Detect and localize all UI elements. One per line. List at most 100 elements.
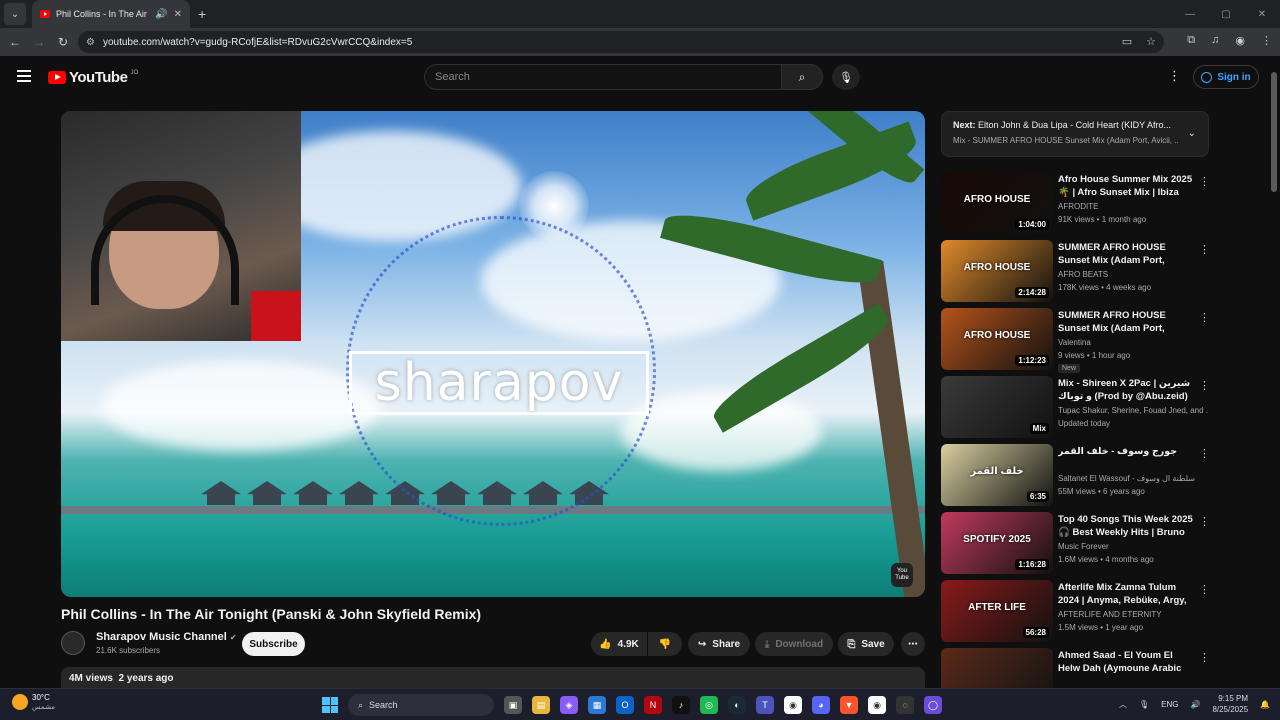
recommended-video[interactable]: AFRO HOUSE 1:12:23 SUMMER AFRO HOUSE Sun… <box>941 308 1211 376</box>
like-button[interactable]: 👍 4.9K <box>591 632 647 656</box>
profile-icon[interactable]: ◉ <box>1235 34 1245 47</box>
recommended-title[interactable]: Afterlife Mix Zamna Tulum 2024 | Anyma, … <box>1058 581 1193 607</box>
weather-widget[interactable]: 30°C مشمس <box>12 693 55 711</box>
recommended-video[interactable]: Mix Mix - Shireen X 2Pac | شيرين و توباك… <box>941 376 1211 444</box>
page-scrollbar[interactable] <box>1270 60 1278 690</box>
search-button[interactable]: ⌕ <box>781 64 823 90</box>
recommended-channel[interactable]: Music Forever <box>1058 542 1208 551</box>
recommended-title[interactable]: SUMMER AFRO HOUSE Sunset Mix (Adam Port,… <box>1058 241 1193 267</box>
playlist-next-panel[interactable]: Next: Elton John & Dua Lipa - Cold Heart… <box>941 111 1209 157</box>
media-controls-icon[interactable]: ♫ <box>1211 34 1219 47</box>
steam-icon[interactable]: ◐ <box>728 696 746 714</box>
copilot-icon[interactable]: ◈ <box>560 696 578 714</box>
youtube-logo[interactable]: YouTube JO <box>48 69 138 86</box>
volume-icon[interactable]: 🔊 <box>1190 700 1200 709</box>
system-clock[interactable]: 9:15 PM 8/25/2025 <box>1212 693 1248 715</box>
video-options-icon[interactable]: ⋮ <box>1199 583 1210 596</box>
recommended-title[interactable]: Mix - Shireen X 2Pac | شيرين و توباك (Pr… <box>1058 377 1193 403</box>
recommended-video[interactable]: AFRO HOUSE 2:14:28 SUMMER AFRO HOUSE Sun… <box>941 240 1211 308</box>
recommended-title[interactable]: Top 40 Songs This Week 2025 🎧 Best Weekl… <box>1058 513 1193 539</box>
bookmark-star-icon[interactable]: ☆ <box>1146 35 1156 48</box>
tray-microphone-icon[interactable]: 🎙 <box>1139 700 1149 709</box>
download-button[interactable]: ⤓ Download <box>755 632 833 656</box>
close-window-button[interactable]: ✕ <box>1244 0 1280 28</box>
notifications-icon[interactable]: 🔔 <box>1260 700 1270 709</box>
language-indicator[interactable]: ENG <box>1161 700 1178 709</box>
maximize-window-button[interactable]: ▢ <box>1208 0 1244 28</box>
recommended-video[interactable]: AFRO HOUSE 1:04:00 Afro House Summer Mix… <box>941 172 1211 240</box>
whatsapp-icon[interactable]: ◎ <box>700 696 718 714</box>
scrollbar-thumb[interactable] <box>1271 72 1277 192</box>
recommended-video[interactable]: خلف القمر 6:35 جورج وسوف - خلف القمر Sal… <box>941 444 1211 512</box>
video-thumbnail[interactable]: AFTER LIFE 56:28 <box>941 580 1053 642</box>
settings-kebab-icon[interactable]: ⋮ <box>1168 68 1181 84</box>
recommended-channel[interactable]: Saltanet El Wassouf - سلطنة ال وسوف <box>1058 474 1208 483</box>
recommended-channel[interactable]: Tupac Shakur, Sherine, Fouad Jned, and .… <box>1058 406 1208 415</box>
search-input[interactable]: Search <box>424 64 782 90</box>
netflix-icon[interactable]: N <box>644 696 662 714</box>
recommended-channel[interactable]: AFTERLIFE AND ETERNITY <box>1058 610 1208 619</box>
app-icon[interactable]: ◯ <box>924 696 942 714</box>
tray-overflow-icon[interactable]: ︿ <box>1119 699 1127 710</box>
youtube-watermark-icon[interactable]: You Tube <box>891 563 913 587</box>
video-player[interactable]: sharapov You Tube <box>61 111 925 597</box>
microsoft-store-icon[interactable]: ▦ <box>588 696 606 714</box>
video-thumbnail[interactable]: خلف القمر 6:35 <box>941 444 1053 506</box>
address-bar[interactable]: ⚙ youtube.com/watch?v=gudg-RCofjE&list=R… <box>78 31 1164 53</box>
recommended-channel[interactable]: AFRO BEATS <box>1058 270 1208 279</box>
forward-button[interactable]: → <box>27 35 51 49</box>
dislike-button[interactable]: 👎 <box>648 632 682 656</box>
sign-in-button[interactable]: Sign in <box>1193 65 1259 89</box>
brave-icon[interactable]: ▼ <box>840 696 858 714</box>
video-thumbnail[interactable]: AFRO HOUSE 1:12:23 <box>941 308 1053 370</box>
browser-menu-icon[interactable]: ⋮ <box>1261 34 1272 47</box>
outlook-icon[interactable]: O <box>616 696 634 714</box>
tiktok-icon[interactable]: ♪ <box>672 696 690 714</box>
minimize-window-button[interactable]: — <box>1172 0 1208 28</box>
video-thumbnail[interactable]: SPOTIFY 2025 1:16:28 <box>941 512 1053 574</box>
site-info-icon[interactable]: ⚙ <box>86 37 95 48</box>
recommended-video[interactable]: AFTER LIFE 56:28 Afterlife Mix Zamna Tul… <box>941 580 1211 648</box>
file-explorer-icon[interactable]: ▤ <box>532 696 550 714</box>
channel-avatar[interactable] <box>61 631 85 655</box>
chrome-icon[interactable]: ◉ <box>784 696 802 714</box>
video-options-icon[interactable]: ⋮ <box>1199 447 1210 460</box>
video-thumbnail[interactable]: AFRO HOUSE 1:04:00 <box>941 172 1053 234</box>
new-tab-button[interactable]: + <box>198 6 206 22</box>
recommended-channel[interactable]: Valentina <box>1058 338 1208 347</box>
share-button[interactable]: ↪ Share <box>688 632 750 656</box>
more-actions-button[interactable]: ⋯ <box>901 632 925 656</box>
audio-playing-icon[interactable]: 🔊 <box>155 9 167 20</box>
video-options-icon[interactable]: ⋮ <box>1199 311 1210 324</box>
chevron-down-icon[interactable]: ⌄ <box>1188 128 1196 139</box>
chrome-profile-icon[interactable]: ◉ <box>868 696 886 714</box>
discord-icon[interactable]: ◕ <box>812 696 830 714</box>
video-options-icon[interactable]: ⋮ <box>1199 175 1210 188</box>
recommended-title[interactable]: جورج وسوف - خلف القمر <box>1058 445 1193 458</box>
cast-icon[interactable]: ▭ <box>1122 35 1132 48</box>
recommended-channel[interactable]: AFRODITE <box>1058 202 1208 211</box>
recommended-title[interactable]: Ahmed Saad - El Youm El Helw Dah (Aymoun… <box>1058 649 1193 675</box>
taskbar-search[interactable]: ⌕ Search <box>348 694 494 716</box>
subscribe-button[interactable]: Subscribe <box>242 632 305 656</box>
browser-tab[interactable]: Phil Collins - In The Air Toni 🔊 ✕ <box>32 0 190 28</box>
video-options-icon[interactable]: ⋮ <box>1199 379 1210 392</box>
video-options-icon[interactable]: ⋮ <box>1199 651 1210 664</box>
recommended-title[interactable]: Afro House Summer Mix 2025 🌴 | Afro Suns… <box>1058 173 1193 199</box>
save-button[interactable]: ⎘ Save <box>838 632 894 656</box>
guide-menu-icon[interactable] <box>17 70 31 82</box>
tab-search-button[interactable]: ⌄ <box>4 3 26 25</box>
close-tab-icon[interactable]: ✕ <box>174 9 182 20</box>
teams-icon[interactable]: T <box>756 696 774 714</box>
back-button[interactable]: ← <box>3 35 27 49</box>
extensions-icon[interactable]: ⧉ <box>1187 34 1195 47</box>
video-options-icon[interactable]: ⋮ <box>1199 243 1210 256</box>
task-view-icon[interactable]: ▣ <box>504 696 522 714</box>
channel-name-link[interactable]: Sharapov Music Channel ✔ <box>96 631 237 643</box>
video-options-icon[interactable]: ⋮ <box>1199 515 1210 528</box>
recommended-video[interactable]: SPOTIFY 2025 1:16:28 Top 40 Songs This W… <box>941 512 1211 580</box>
video-thumbnail[interactable]: Mix <box>941 376 1053 438</box>
voice-search-button[interactable]: 🎙 <box>832 64 860 90</box>
windows-start-icon[interactable] <box>322 697 338 713</box>
reload-button[interactable]: ↻ <box>51 35 75 49</box>
